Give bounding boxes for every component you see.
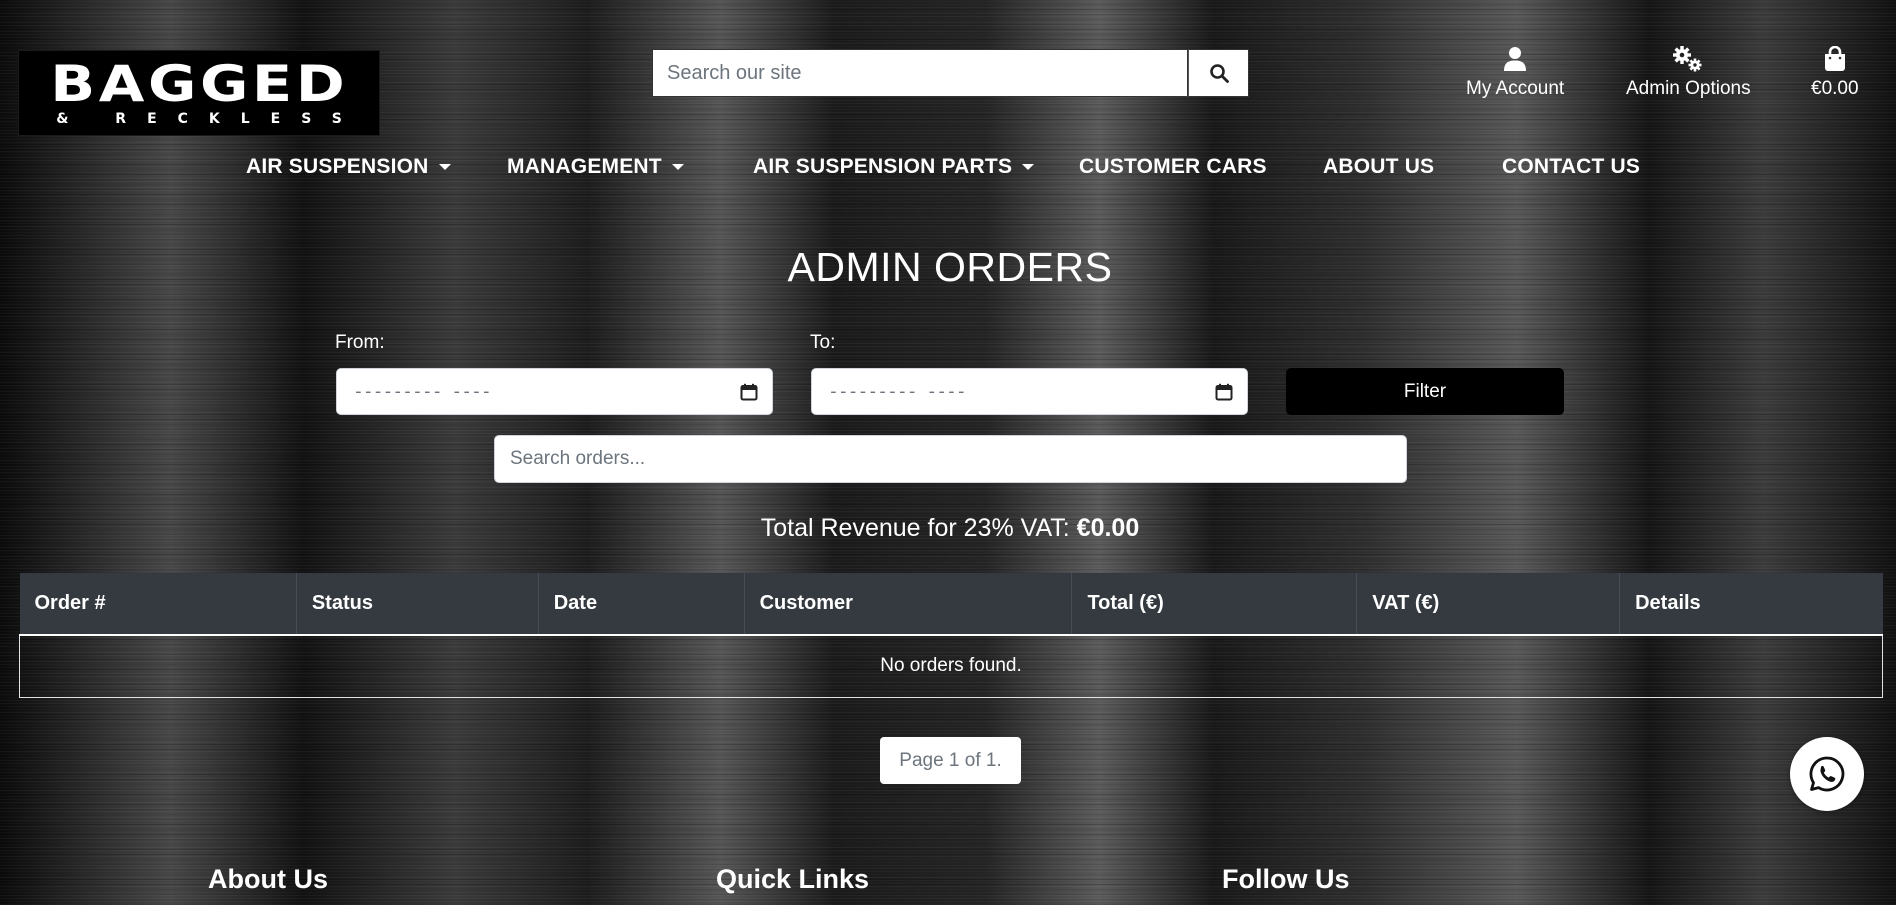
nav-air-suspension[interactable]: AIR SUSPENSION (246, 155, 451, 179)
main-nav: AIR SUSPENSION MANAGEMENT AIR SUSPENSION… (0, 155, 1896, 187)
calendar-icon[interactable] (740, 383, 758, 401)
column-vat[interactable]: VAT (€) (1356, 573, 1621, 636)
gears-icon (1671, 44, 1705, 74)
to-date-label: To: (810, 332, 836, 353)
admin-options-link[interactable]: Admin Options (1626, 44, 1751, 100)
total-revenue-value: €0.00 (1076, 514, 1140, 542)
column-total[interactable]: Total (€) (1071, 573, 1358, 636)
column-date[interactable]: Date (538, 573, 745, 636)
nav-air-suspension-label: AIR SUSPENSION (246, 155, 429, 178)
orders-table-body: No orders found. (19, 635, 1883, 698)
logo-main-text: BAGGED (49, 55, 348, 113)
pagination-info: Page 1 of 1. (880, 737, 1021, 784)
nav-contact-us-label: CONTACT US (1502, 155, 1641, 178)
from-date-input[interactable]: --------- ---- (336, 368, 773, 415)
nav-about-us-label: ABOUT US (1323, 155, 1435, 178)
my-account-link[interactable]: My Account (1466, 44, 1564, 100)
nav-customer-cars-label: CUSTOMER CARS (1079, 155, 1267, 178)
table-row: No orders found. (19, 635, 1883, 698)
from-date-label: From: (335, 332, 385, 353)
column-customer[interactable]: Customer (744, 573, 1073, 636)
admin-options-label: Admin Options (1626, 78, 1751, 99)
total-revenue-label: Total Revenue for 23% VAT: (760, 514, 1070, 542)
orders-search-input[interactable] (494, 435, 1407, 483)
calendar-icon[interactable] (1215, 383, 1233, 401)
column-order-number[interactable]: Order # (19, 573, 297, 636)
caret-down-icon (438, 164, 451, 170)
from-date-placeholder: --------- ---- (353, 381, 492, 402)
nav-customer-cars[interactable]: CUSTOMER CARS (1079, 155, 1267, 179)
nav-management-label: MANAGEMENT (507, 155, 662, 178)
search-icon (1209, 64, 1229, 83)
to-date-placeholder: --------- ---- (828, 381, 967, 402)
column-status[interactable]: Status (296, 573, 539, 636)
page-title: ADMIN ORDERS (787, 244, 1113, 290)
site-search-form (652, 49, 1249, 97)
whatsapp-button[interactable] (1790, 737, 1864, 811)
caret-down-icon (1022, 164, 1035, 170)
table-header-row: Order # Status Date Customer Total (€) V… (19, 573, 1883, 636)
empty-table-message: No orders found. (19, 635, 1883, 698)
nav-air-suspension-parts[interactable]: AIR SUSPENSION PARTS (753, 155, 1035, 179)
orders-table: Order # Status Date Customer Total (€) V… (19, 573, 1883, 698)
user-icon (1503, 44, 1527, 74)
cart-link[interactable]: €0.00 (1811, 44, 1859, 100)
nav-management[interactable]: MANAGEMENT (507, 155, 684, 179)
to-date-input[interactable]: --------- ---- (811, 368, 1248, 415)
my-account-label: My Account (1466, 78, 1565, 99)
orders-table-head: Order # Status Date Customer Total (€) V… (19, 573, 1883, 636)
site-search-input[interactable] (652, 49, 1188, 97)
whatsapp-icon (1809, 756, 1845, 792)
footer-heading-about-us: About Us (208, 864, 328, 894)
site-search-button[interactable] (1188, 49, 1249, 97)
total-revenue: Total Revenue for 23% VAT: €0.00 (0, 514, 1896, 543)
cart-total: €0.00 (1811, 78, 1859, 99)
filter-button[interactable]: Filter (1286, 368, 1564, 415)
nav-contact-us[interactable]: CONTACT US (1502, 155, 1640, 179)
nav-air-suspension-parts-label: AIR SUSPENSION PARTS (753, 155, 1013, 178)
logo-sub-text: & RECKLESS (56, 111, 363, 127)
footer-heading-follow-us: Follow Us (1222, 864, 1350, 894)
column-details[interactable]: Details (1619, 573, 1883, 636)
nav-about-us[interactable]: ABOUT US (1323, 155, 1434, 179)
site-logo[interactable]: BAGGED & RECKLESS (18, 50, 380, 136)
shopping-bag-icon (1823, 44, 1847, 74)
footer-heading-quick-links: Quick Links (716, 864, 870, 894)
caret-down-icon (671, 164, 684, 170)
